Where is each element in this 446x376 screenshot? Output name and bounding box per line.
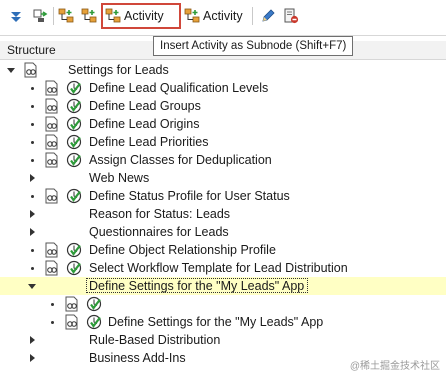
tree-root-label: Settings for Leads bbox=[68, 63, 169, 77]
tree-item-label: Select Workflow Template for Lead Distri… bbox=[89, 261, 348, 275]
tree-row[interactable]: Define Lead Qualification Levels bbox=[0, 79, 446, 97]
insert-subnode-button[interactable] bbox=[81, 5, 97, 27]
tree-row[interactable]: Web News bbox=[0, 169, 446, 187]
tree-item-label: Rule-Based Distribution bbox=[89, 333, 221, 347]
insert-node-icon bbox=[58, 8, 74, 23]
tree-bullet bbox=[31, 123, 34, 126]
tree-row[interactable]: Define Lead Origins bbox=[0, 115, 446, 133]
expand-arrow-icon[interactable] bbox=[30, 210, 35, 218]
execute-clock-icon[interactable] bbox=[66, 134, 82, 150]
tree-item-label: Define Lead Qualification Levels bbox=[89, 81, 269, 95]
documentation-icon[interactable] bbox=[44, 98, 60, 114]
execute-clock-icon[interactable] bbox=[66, 116, 82, 132]
tree-item-label: Define Lead Priorities bbox=[89, 135, 209, 149]
collapse-subtree-icon bbox=[33, 9, 48, 22]
documentation-icon[interactable] bbox=[64, 296, 80, 312]
tree-item-label: Reason for Status: Leads bbox=[89, 207, 231, 221]
tree-item-label: Web News bbox=[89, 171, 150, 185]
expand-arrow-icon[interactable] bbox=[7, 68, 15, 73]
execute-clock-icon[interactable] bbox=[66, 188, 82, 204]
tree-item-label: Define Lead Groups bbox=[89, 99, 201, 113]
activity-insert-icon bbox=[184, 8, 200, 23]
tree-bullet bbox=[31, 159, 34, 162]
tree-bullet bbox=[51, 321, 54, 324]
tree-item-label: Business Add-Ins bbox=[89, 351, 186, 365]
execute-clock-icon[interactable] bbox=[66, 260, 82, 276]
expand-arrow-icon[interactable] bbox=[30, 174, 35, 182]
watermark: @稀土掘金技术社区 bbox=[349, 361, 440, 372]
tooltip: Insert Activity as Subnode (Shift+F7) bbox=[153, 36, 354, 56]
tree-item-label: Define Lead Origins bbox=[89, 117, 200, 131]
execute-clock-icon[interactable] bbox=[66, 242, 82, 258]
insert-subnode-icon bbox=[81, 8, 97, 23]
pencil-icon bbox=[262, 9, 275, 22]
tree-bullet bbox=[31, 195, 34, 198]
collapse-arrow-icon[interactable] bbox=[28, 284, 36, 289]
documentation-icon[interactable] bbox=[44, 188, 60, 204]
tree-row[interactable]: Define Settings for the "My Leads" App bbox=[0, 313, 446, 331]
execute-clock-icon[interactable] bbox=[66, 80, 82, 96]
documentation-icon[interactable] bbox=[44, 152, 60, 168]
tree-item-label: Questionnaires for Leads bbox=[89, 225, 229, 239]
toolbar: Activity Activity bbox=[0, 0, 446, 36]
execute-clock-icon[interactable] bbox=[86, 296, 102, 312]
documentation-icon[interactable] bbox=[44, 116, 60, 132]
tree-row[interactable]: Rule-Based Distribution bbox=[0, 331, 446, 349]
tree-row[interactable]: Define Lead Groups bbox=[0, 97, 446, 115]
execute-clock-icon[interactable] bbox=[66, 152, 82, 168]
documentation-icon[interactable] bbox=[44, 134, 60, 150]
insert-activity-button[interactable]: Activity bbox=[184, 5, 243, 27]
insert-same-level-button[interactable] bbox=[58, 5, 74, 27]
activity2-button-label: Activity bbox=[203, 9, 243, 23]
structure-header-label: Structure bbox=[7, 43, 56, 57]
tree-bullet bbox=[31, 141, 34, 144]
execute-clock-icon[interactable] bbox=[66, 98, 82, 114]
highlight-box bbox=[101, 3, 181, 29]
tree-row[interactable]: Define Status Profile for User Status bbox=[0, 187, 446, 205]
tree-bullet bbox=[31, 267, 34, 270]
tree-root-row[interactable]: Settings for Leads bbox=[0, 61, 446, 79]
edit-button[interactable] bbox=[260, 5, 276, 27]
tree-bullet bbox=[31, 87, 34, 90]
tree-row[interactable] bbox=[0, 295, 446, 313]
tree-row[interactable]: Define Lead Priorities bbox=[0, 133, 446, 151]
documentation-icon bbox=[24, 62, 37, 78]
tree-item-label: Define Settings for the "My Leads" App bbox=[108, 315, 324, 329]
expand-arrow-icon[interactable] bbox=[30, 354, 35, 362]
delete-button[interactable] bbox=[283, 5, 299, 27]
tree-bullet bbox=[31, 105, 34, 108]
tree-bullet bbox=[51, 303, 54, 306]
tree-item-label: Define Status Profile for User Status bbox=[89, 189, 290, 203]
documentation-icon[interactable] bbox=[44, 80, 60, 96]
tree-row[interactable]: Select Workflow Template for Lead Distri… bbox=[0, 259, 446, 277]
tree-item-label: Define Object Relationship Profile bbox=[89, 243, 276, 257]
focus-outline bbox=[86, 278, 308, 293]
tree-row[interactable]: Assign Classes for Deduplication bbox=[0, 151, 446, 169]
expand-all-icon bbox=[11, 12, 21, 22]
tree-row[interactable]: Define Object Relationship Profile bbox=[0, 241, 446, 259]
expand-arrow-icon[interactable] bbox=[30, 228, 35, 236]
tree-row[interactable]: Reason for Status: Leads bbox=[0, 205, 446, 223]
tree-bullet bbox=[31, 249, 34, 252]
execute-clock-icon[interactable] bbox=[86, 314, 102, 330]
documentation-icon[interactable] bbox=[44, 242, 60, 258]
tree-row[interactable]: Questionnaires for Leads bbox=[0, 223, 446, 241]
tree-row-selected[interactable]: Define Settings for the "My Leads" App bbox=[0, 277, 446, 295]
delete-node-icon bbox=[284, 8, 299, 24]
expand-arrow-icon[interactable] bbox=[30, 336, 35, 344]
tree-item-label: Assign Classes for Deduplication bbox=[89, 153, 272, 167]
documentation-icon[interactable] bbox=[64, 314, 80, 330]
documentation-icon[interactable] bbox=[44, 260, 60, 276]
expand-all-button[interactable] bbox=[8, 5, 24, 27]
collapse-subtree-button[interactable] bbox=[32, 5, 48, 27]
